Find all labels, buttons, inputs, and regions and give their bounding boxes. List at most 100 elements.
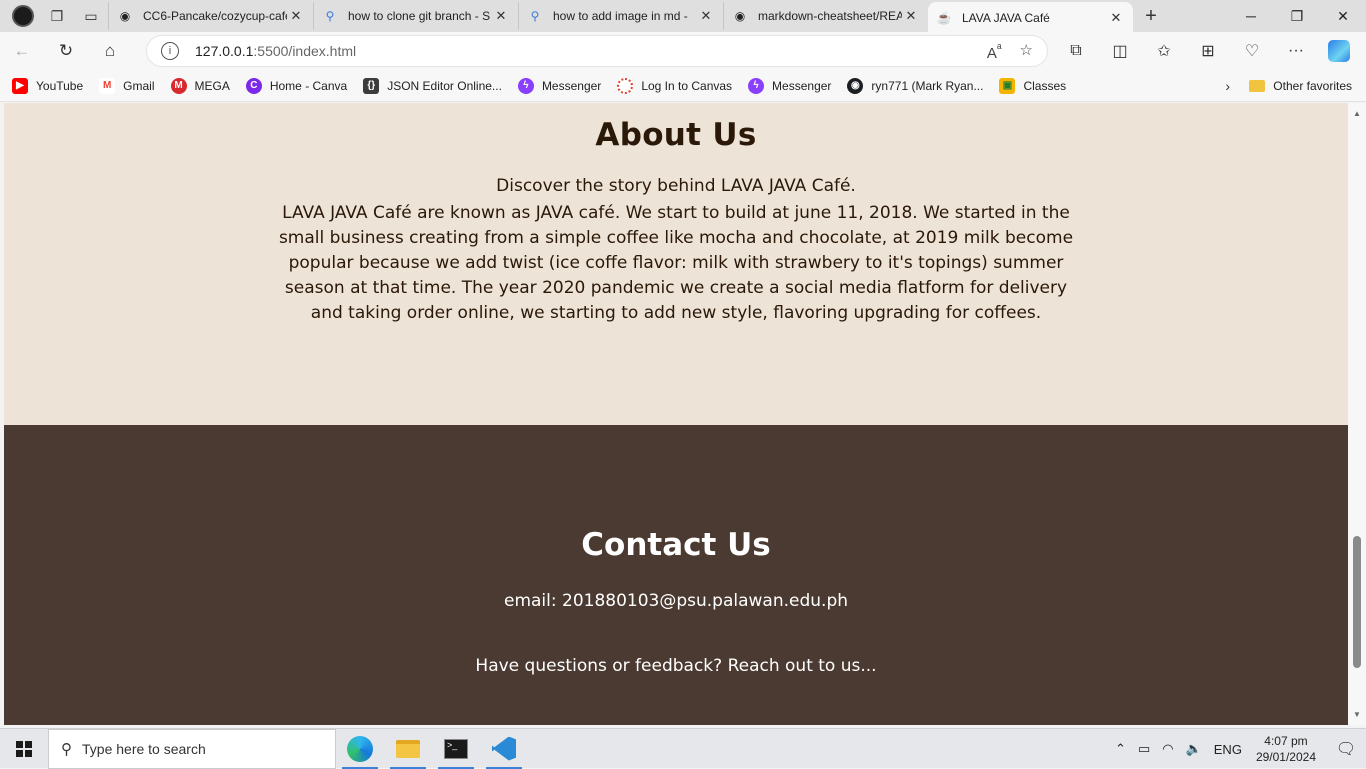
- start-button[interactable]: [0, 729, 48, 769]
- collections-icon[interactable]: ⊞: [1186, 35, 1230, 67]
- scroll-up-icon[interactable]: ▲: [1353, 109, 1361, 118]
- folder-icon: [1249, 79, 1266, 92]
- search-icon: ⚲: [325, 9, 335, 23]
- back-button[interactable]: ←: [0, 35, 44, 67]
- favorite-messenger-2[interactable]: ϟ Messenger: [748, 77, 832, 94]
- tab-1[interactable]: ⚲ how to clone git branch - S ✕: [313, 2, 518, 30]
- refresh-button[interactable]: ↻: [44, 35, 88, 67]
- favorite-label: Messenger: [772, 78, 832, 93]
- taskbar-terminal[interactable]: >_: [432, 729, 480, 769]
- about-heading: About Us: [595, 117, 757, 153]
- wifi-icon[interactable]: ◠: [1162, 741, 1173, 757]
- close-tab-icon[interactable]: ✕: [1107, 10, 1125, 26]
- new-tab-button[interactable]: +: [1133, 5, 1169, 28]
- taskbar-file-explorer[interactable]: [384, 729, 432, 769]
- language-indicator[interactable]: ENG: [1214, 742, 1242, 757]
- about-story: LAVA JAVA Café are known as JAVA café. W…: [278, 203, 1074, 323]
- clock-date: 29/01/2024: [1255, 750, 1316, 764]
- close-tab-icon[interactable]: ✕: [287, 8, 305, 24]
- clock-time: 4:07 pm: [1264, 734, 1308, 748]
- tab-0[interactable]: ◉ CC6-Pancake/cozycup-cafe ✕: [108, 2, 313, 30]
- favorite-canvas[interactable]: Log In to Canvas: [617, 77, 733, 94]
- url-path: :5500/index.html: [253, 43, 357, 59]
- tab-4-active[interactable]: ☕ LAVA JAVA Café ✕: [928, 2, 1133, 34]
- clock[interactable]: 4:07 pm 29/01/2024: [1256, 733, 1316, 765]
- profile-button[interactable]: [6, 2, 40, 30]
- copilot-icon[interactable]: [1328, 40, 1350, 62]
- restore-icon[interactable]: ❐: [1274, 0, 1320, 32]
- messenger-icon: ϟ: [748, 77, 765, 94]
- favorite-classes[interactable]: ▣ Classes: [999, 77, 1066, 94]
- tab-strip: ❐ ▭ ◉ CC6-Pancake/cozycup-cafe ✕ ⚲ how t…: [0, 0, 1366, 34]
- url-host: 127.0.0.1: [195, 43, 254, 59]
- home-button[interactable]: ⌂: [88, 35, 132, 67]
- favorite-star-icon[interactable]: ☆: [1020, 41, 1033, 62]
- json-icon: {}: [363, 77, 380, 94]
- canvas-icon: [617, 77, 634, 94]
- about-intro: Discover the story behind LAVA JAVA Café…: [496, 176, 856, 196]
- close-tab-icon[interactable]: ✕: [902, 8, 920, 24]
- url-text[interactable]: 127.0.0.1:5500/index.html: [195, 43, 987, 59]
- favorite-label: YouTube: [36, 78, 84, 93]
- about-section: About Us Discover the story behind LAVA …: [4, 103, 1348, 425]
- taskbar-edge[interactable]: [336, 729, 384, 769]
- tab-title: CC6-Pancake/cozycup-cafe: [143, 9, 287, 23]
- search-placeholder: Type here to search: [82, 740, 206, 757]
- browser-essentials-icon[interactable]: ♡: [1230, 35, 1274, 67]
- contact-email: email: 201880103@psu.palawan.edu.ph: [503, 591, 849, 611]
- tab-title: markdown-cheatsheet/REA: [758, 9, 902, 23]
- notifications-icon[interactable]: 🗨: [1326, 729, 1366, 769]
- favorite-messenger[interactable]: ϟ Messenger: [517, 77, 602, 94]
- page-scrollbar[interactable]: ▲ ▼: [1348, 103, 1366, 725]
- search-icon: ⚲: [61, 740, 72, 758]
- gmail-icon: M: [99, 77, 116, 94]
- contact-section: Contact Us email: 201880103@psu.palawan.…: [4, 425, 1348, 725]
- favorite-canva[interactable]: C Home - Canva: [245, 77, 347, 94]
- other-favorites-label: Other favorites: [1273, 78, 1352, 93]
- tab-title: how to clone git branch - S: [348, 9, 491, 23]
- contact-reach-text: Have questions or feedback? Reach out to…: [475, 656, 877, 676]
- windows-icon: [16, 740, 32, 757]
- tab-3[interactable]: ◉ markdown-cheatsheet/REA ✕: [723, 2, 928, 30]
- address-bar[interactable]: i 127.0.0.1:5500/index.html Aᵃ ☆: [146, 35, 1048, 67]
- favorite-gmail[interactable]: M Gmail: [99, 77, 155, 94]
- scroll-down-icon[interactable]: ▼: [1353, 710, 1361, 719]
- tab-actions-icon[interactable]: ▭: [74, 2, 108, 30]
- tab-title: how to add image in md -: [553, 9, 688, 23]
- close-tab-icon[interactable]: ✕: [697, 8, 715, 24]
- file-explorer-icon: [396, 739, 420, 758]
- site-info-icon[interactable]: i: [161, 42, 179, 60]
- chevron-up-icon[interactable]: ⌃: [1115, 741, 1126, 757]
- favorite-mega[interactable]: M MEGA: [170, 77, 230, 94]
- favorites-icon[interactable]: ✩: [1142, 35, 1186, 67]
- favorite-json-editor[interactable]: {} JSON Editor Online...: [363, 77, 502, 94]
- close-tab-icon[interactable]: ✕: [492, 8, 510, 24]
- battery-icon[interactable]: ▭: [1138, 741, 1150, 757]
- read-aloud-icon[interactable]: Aᵃ: [987, 41, 1002, 62]
- tab-2[interactable]: ⚲ how to add image in md - ✕: [518, 2, 723, 30]
- volume-icon[interactable]: 🔈: [1186, 741, 1202, 757]
- close-window-icon[interactable]: ✕: [1320, 0, 1366, 32]
- vscode-icon: [492, 736, 516, 761]
- minimize-icon[interactable]: ─: [1228, 0, 1274, 32]
- other-favorites[interactable]: Other favorites: [1249, 79, 1352, 93]
- split-screen-icon[interactable]: ◫: [1098, 35, 1142, 67]
- favorite-youtube[interactable]: ▶ YouTube: [12, 77, 84, 94]
- github-icon: ◉: [734, 9, 746, 23]
- favorite-github[interactable]: ◉ ryn771 (Mark Ryan...: [847, 77, 983, 94]
- youtube-icon: ▶: [12, 77, 28, 94]
- workspaces-icon[interactable]: ❐: [40, 2, 74, 30]
- taskbar-vscode[interactable]: [480, 729, 528, 769]
- page-viewport: About Us Discover the story behind LAVA …: [4, 103, 1348, 725]
- chevron-right-icon[interactable]: ›: [1225, 78, 1230, 94]
- extensions-icon[interactable]: ⧉: [1054, 35, 1098, 67]
- edge-icon: [347, 735, 373, 762]
- favorite-label: Messenger: [541, 78, 602, 93]
- favorite-label: JSON Editor Online...: [387, 78, 502, 93]
- favorite-label: Gmail: [123, 78, 155, 93]
- taskbar-search[interactable]: ⚲ Type here to search: [48, 728, 336, 769]
- favorite-label: Log In to Canvas: [641, 78, 733, 93]
- scrollbar-thumb[interactable]: [1353, 536, 1361, 668]
- more-menu-icon[interactable]: ···: [1274, 35, 1318, 67]
- coffee-icon: ☕: [936, 11, 952, 25]
